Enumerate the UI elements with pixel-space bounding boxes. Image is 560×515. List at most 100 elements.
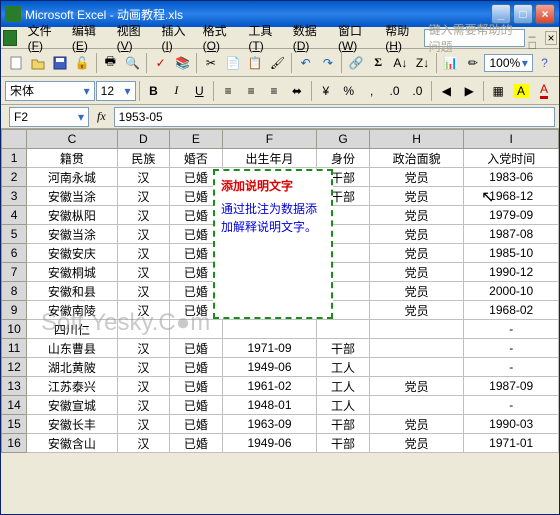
cell[interactable]: 1971-01 [464, 434, 559, 453]
close-button[interactable]: × [535, 4, 555, 24]
cell[interactable]: 汉 [117, 206, 170, 225]
cell[interactable]: 党员 [369, 168, 464, 187]
cell[interactable]: 党员 [369, 187, 464, 206]
cell[interactable]: 汉 [117, 244, 170, 263]
row-header[interactable]: 6 [2, 244, 27, 263]
col-header[interactable]: E [170, 130, 223, 149]
cell[interactable]: 汉 [117, 225, 170, 244]
cell[interactable]: 党员 [369, 225, 464, 244]
cell[interactable] [369, 396, 464, 415]
col-header[interactable]: F [222, 130, 317, 149]
cell[interactable] [369, 339, 464, 358]
drawing-button[interactable]: ✏ [462, 52, 483, 74]
cell[interactable]: 党员 [369, 377, 464, 396]
cell[interactable]: 干部 [317, 415, 370, 434]
row-header[interactable]: 7 [2, 263, 27, 282]
doc-icon[interactable] [3, 30, 17, 46]
sort-desc-button[interactable]: Z↓ [412, 52, 433, 74]
cell[interactable]: 已婚 [170, 358, 223, 377]
cell[interactable]: 安徽长丰 [27, 415, 117, 434]
grid[interactable]: CDEFGHI1籍贯民族婚否出生年月身份政治面貌入党时间2河南永城汉已婚1953… [1, 129, 559, 453]
menu-d[interactable]: 数据(D) [286, 20, 331, 55]
help-search[interactable]: 键入需要帮助的问题 [424, 29, 525, 47]
cell[interactable]: 安徽南陵 [27, 301, 117, 320]
cell[interactable]: 1968-12 [464, 187, 559, 206]
cell[interactable] [222, 320, 317, 339]
col-header[interactable]: H [369, 130, 464, 149]
cell[interactable]: 安徽当涂 [27, 187, 117, 206]
align-right-button[interactable]: ≡ [263, 80, 285, 102]
cell[interactable]: 出生年月 [222, 149, 317, 168]
row-header[interactable]: 8 [2, 282, 27, 301]
merge-button[interactable]: ⬌ [286, 80, 308, 102]
paste-button[interactable]: 📋 [245, 52, 266, 74]
font-box[interactable]: 宋体▾ [5, 81, 95, 101]
cell[interactable]: 安徽安庆 [27, 244, 117, 263]
row-header[interactable]: 13 [2, 377, 27, 396]
cell[interactable]: - [464, 358, 559, 377]
formula-input[interactable]: 1953-05 [114, 107, 555, 127]
cell[interactable]: 政治面貌 [369, 149, 464, 168]
cell[interactable] [317, 320, 370, 339]
cell[interactable]: 党员 [369, 301, 464, 320]
cell[interactable]: 汉 [117, 282, 170, 301]
cell[interactable]: 四川仁 [27, 320, 117, 339]
research-button[interactable]: 📚 [172, 52, 193, 74]
row-header[interactable]: 2 [2, 168, 27, 187]
save-button[interactable] [49, 52, 70, 74]
fx-icon[interactable]: fx [97, 109, 106, 124]
sort-asc-button[interactable]: A↓ [390, 52, 411, 74]
cell[interactable]: 干部 [317, 339, 370, 358]
row-header[interactable]: 1 [2, 149, 27, 168]
row-header[interactable]: 12 [2, 358, 27, 377]
select-all[interactable] [2, 130, 27, 149]
format-painter-button[interactable]: 🖌 [267, 52, 288, 74]
menu-h[interactable]: 帮助(H) [378, 20, 423, 55]
menu-v[interactable]: 视图(V) [110, 20, 155, 55]
cell[interactable]: 干部 [317, 434, 370, 453]
row-header[interactable]: 16 [2, 434, 27, 453]
cell[interactable] [369, 320, 464, 339]
cell[interactable]: 安徽和县 [27, 282, 117, 301]
cell[interactable]: 已婚 [170, 434, 223, 453]
cell[interactable] [369, 358, 464, 377]
cell[interactable]: 安徽当涂 [27, 225, 117, 244]
cell[interactable]: 入党时间 [464, 149, 559, 168]
dec-indent-button[interactable]: ◀ [435, 80, 457, 102]
col-header[interactable]: D [117, 130, 170, 149]
spelling-button[interactable]: ✓ [150, 52, 171, 74]
menu-e[interactable]: 编辑(E) [65, 20, 110, 55]
cell[interactable]: 汉 [117, 187, 170, 206]
cell[interactable]: 党员 [369, 434, 464, 453]
cell[interactable]: 1971-09 [222, 339, 317, 358]
cell[interactable]: 1961-02 [222, 377, 317, 396]
cell[interactable]: 工人 [317, 358, 370, 377]
doc-close-button[interactable]: × [545, 31, 557, 45]
cell[interactable]: 1948-01 [222, 396, 317, 415]
copy-button[interactable]: 📄 [223, 52, 244, 74]
cell[interactable]: 安徽枞阳 [27, 206, 117, 225]
cell[interactable]: 安徽含山 [27, 434, 117, 453]
comment-popup[interactable]: 添加说明文字 通过批注为数据添加解释说明文字。 [213, 169, 333, 319]
autosum-button[interactable]: Σ [368, 52, 389, 74]
align-center-button[interactable]: ≡ [240, 80, 262, 102]
open-button[interactable] [27, 52, 48, 74]
cell[interactable]: 工人 [317, 396, 370, 415]
align-left-button[interactable]: ≡ [217, 80, 239, 102]
cell[interactable]: 汉 [117, 301, 170, 320]
cell[interactable]: 2000-10 [464, 282, 559, 301]
cell[interactable]: 籍贯 [27, 149, 117, 168]
cell[interactable]: 已婚 [170, 415, 223, 434]
cell[interactable]: 湖北黄陂 [27, 358, 117, 377]
inc-decimal-button[interactable]: .0 [384, 80, 406, 102]
cell[interactable]: 已婚 [170, 339, 223, 358]
row-header[interactable]: 15 [2, 415, 27, 434]
cell[interactable]: 汉 [117, 168, 170, 187]
inc-indent-button[interactable]: ▶ [458, 80, 480, 102]
col-header[interactable]: I [464, 130, 559, 149]
row-header[interactable]: 10 [2, 320, 27, 339]
cell[interactable]: 党员 [369, 206, 464, 225]
cell[interactable]: 1983-06 [464, 168, 559, 187]
cell[interactable]: - [464, 396, 559, 415]
fill-color-button[interactable]: A [510, 80, 532, 102]
